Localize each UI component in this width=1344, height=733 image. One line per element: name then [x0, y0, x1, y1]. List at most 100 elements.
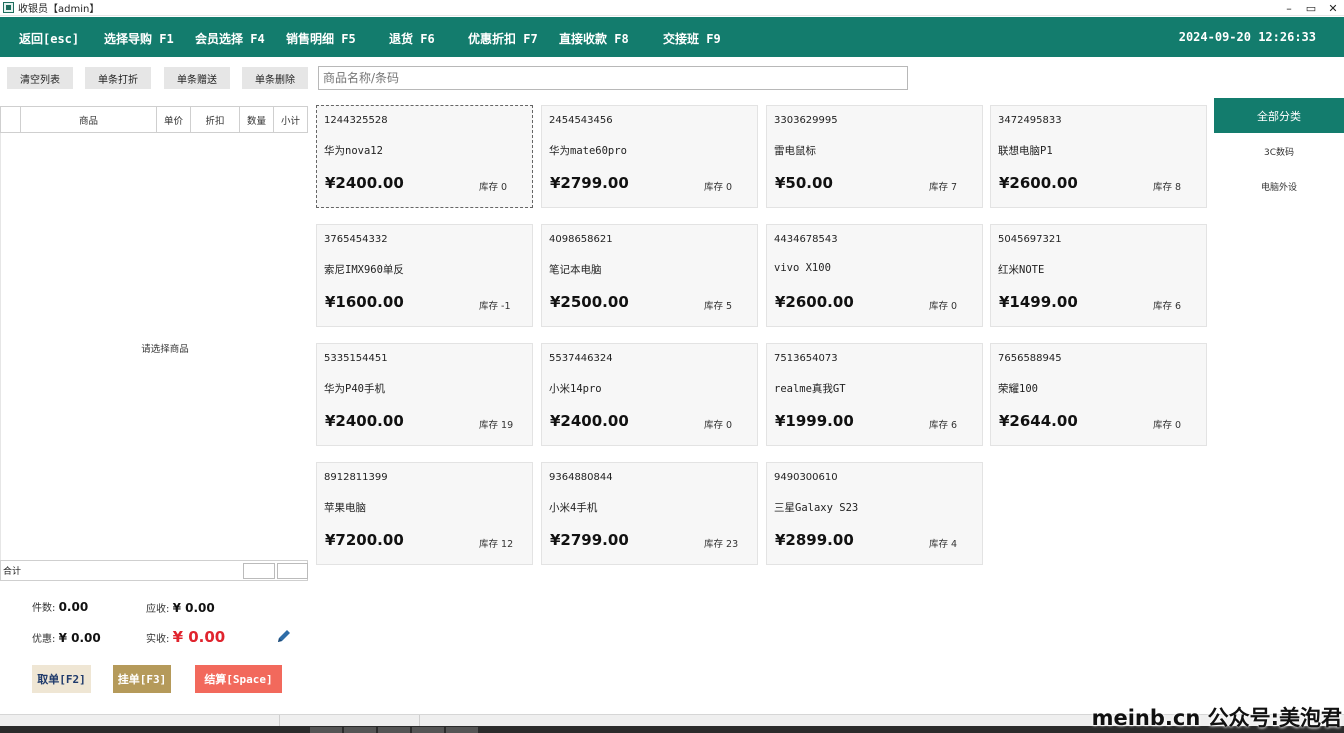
- close-icon[interactable]: ✕: [1322, 0, 1344, 16]
- product-stock: 库存 23: [704, 539, 739, 550]
- product-card[interactable]: 9490300610 三星Galaxy S23 ¥2899.00 库存 4: [766, 462, 983, 565]
- product-code: 3765454332: [324, 234, 388, 245]
- product-price: ¥1999.00: [775, 412, 854, 430]
- product-stock: 库存 0: [704, 420, 733, 431]
- category-all[interactable]: 全部分类: [1214, 98, 1344, 133]
- clear-list-button[interactable]: 清空列表: [7, 67, 73, 89]
- total-quantity-cell: [243, 563, 275, 579]
- product-price: ¥2500.00: [550, 293, 629, 311]
- product-card[interactable]: 3303629995 雷电鼠标 ¥50.00 库存 7: [766, 105, 983, 208]
- product-stock: 库存 0: [1153, 420, 1182, 431]
- top-nav-bar: 返回[esc] 选择导购 F1 会员选择 F4 销售明细 F5 退货 F6 优惠…: [0, 17, 1344, 57]
- product-card[interactable]: 7656588945 荣耀100 ¥2644.00 库存 0: [990, 343, 1207, 446]
- product-code: 5045697321: [998, 234, 1062, 245]
- product-stock: 库存 5: [704, 301, 733, 312]
- product-stock: 库存 6: [929, 420, 958, 431]
- product-stock: 库存 8: [1153, 182, 1182, 193]
- category-3c-digital[interactable]: 3C数码: [1214, 145, 1344, 158]
- product-name: 华为nova12: [324, 145, 383, 157]
- discount-value: ¥ 0.00: [58, 631, 101, 645]
- taskbar-item[interactable]: [378, 727, 410, 733]
- taskbar-item[interactable]: [412, 727, 444, 733]
- taskbar-item[interactable]: [310, 727, 342, 733]
- watermark-text: meinb.cn 公众号:美泡君: [1091, 706, 1342, 730]
- product-card[interactable]: 2454543456 华为mate60pro ¥2799.00 库存 0: [541, 105, 758, 208]
- product-name: vivo X100: [774, 262, 831, 274]
- product-price: ¥1499.00: [999, 293, 1078, 311]
- product-stock: 库存 12: [479, 539, 514, 550]
- product-name: 苹果电脑: [324, 502, 366, 514]
- minimize-icon[interactable]: –: [1278, 0, 1300, 16]
- product-name: 索尼IMX960单反: [324, 264, 404, 276]
- product-card[interactable]: 9364880844 小米4手机 ¥2799.00 库存 23: [541, 462, 758, 565]
- product-code: 9490300610: [774, 472, 838, 483]
- product-card[interactable]: 7513654073 realme真我GT ¥1999.00 库存 6: [766, 343, 983, 446]
- product-name: 小米4手机: [549, 502, 598, 514]
- item-count-label: 件数:: [32, 603, 56, 614]
- category-pc-peripherals[interactable]: 电脑外设: [1214, 180, 1344, 193]
- cart-col-product: 商品: [21, 107, 157, 132]
- checkout-button[interactable]: 结算[Space]: [195, 665, 282, 693]
- nav-member-select[interactable]: 会员选择 F4: [195, 30, 265, 47]
- cart-col-subtotal: 小计: [280, 115, 300, 127]
- product-price: ¥50.00: [775, 174, 833, 192]
- cart-col-quantity: 数量: [240, 107, 274, 132]
- product-price: ¥2799.00: [550, 174, 629, 192]
- product-code: 4434678543: [774, 234, 838, 245]
- product-card[interactable]: 3472495833 联想电脑P1 ¥2600.00 库存 8: [990, 105, 1207, 208]
- edit-pencil-icon[interactable]: [276, 628, 292, 644]
- taskbar-item[interactable]: [344, 727, 376, 733]
- nav-sales-detail[interactable]: 销售明细 F5: [286, 30, 356, 47]
- product-card[interactable]: 3765454332 索尼IMX960单反 ¥1600.00 库存 -1: [316, 224, 533, 327]
- product-price: ¥2400.00: [550, 412, 629, 430]
- product-card[interactable]: 4098658621 笔记本电脑 ¥2500.00 库存 5: [541, 224, 758, 327]
- product-stock: 库存 4: [929, 539, 958, 550]
- total-subtotal-cell: [277, 563, 308, 579]
- product-stock: 库存 0: [704, 182, 733, 193]
- product-card[interactable]: 5335154451 华为P40手机 ¥2400.00 库存 19: [316, 343, 533, 446]
- product-price: ¥1600.00: [325, 293, 404, 311]
- product-name: 华为P40手机: [324, 383, 385, 395]
- nav-shift-handover[interactable]: 交接班 F9: [663, 30, 721, 47]
- nav-direct-payment[interactable]: 直接收款 F8: [559, 30, 629, 47]
- product-card[interactable]: 5045697321 红米NOTE ¥1499.00 库存 6: [990, 224, 1207, 327]
- taskbar-item[interactable]: [446, 727, 478, 733]
- window-titlebar: 收银员【admin】 – ▭ ✕: [0, 0, 1344, 16]
- product-stock: 库存 7: [929, 182, 958, 193]
- single-delete-button[interactable]: 单条删除: [242, 67, 308, 89]
- product-code: 7513654073: [774, 353, 838, 364]
- product-stock: 库存 0: [929, 301, 958, 312]
- product-name: 华为mate60pro: [549, 145, 627, 157]
- product-price: ¥2600.00: [999, 174, 1078, 192]
- single-gift-button[interactable]: 单条赠送: [164, 67, 230, 89]
- nav-select-guide[interactable]: 选择导购 F1: [104, 30, 174, 47]
- product-code: 4098658621: [549, 234, 613, 245]
- product-code: 2454543456: [549, 115, 613, 126]
- cart-col-select: [1, 107, 21, 132]
- product-price: ¥2400.00: [325, 174, 404, 192]
- product-name: 联想电脑P1: [998, 145, 1053, 157]
- nav-back[interactable]: 返回[esc]: [19, 30, 79, 47]
- product-card[interactable]: 1244325528 华为nova12 ¥2400.00 库存 0: [316, 105, 533, 208]
- product-name: realme真我GT: [774, 383, 846, 395]
- total-label: 合计: [3, 567, 22, 577]
- restore-icon[interactable]: ▭: [1300, 0, 1322, 16]
- search-input[interactable]: [318, 66, 908, 90]
- nav-discount[interactable]: 优惠折扣 F7: [468, 30, 538, 47]
- product-price: ¥2899.00: [775, 531, 854, 549]
- product-stock: 库存 19: [479, 420, 514, 431]
- cart-table-header: 商品 单价 折扣 数量 小计: [0, 106, 308, 133]
- retrieve-order-button[interactable]: 取单[F2]: [32, 665, 91, 693]
- hold-order-button[interactable]: 挂单[F3]: [113, 665, 171, 693]
- product-card[interactable]: 5537446324 小米14pro ¥2400.00 库存 0: [541, 343, 758, 446]
- product-name: 红米NOTE: [998, 264, 1045, 276]
- product-code: 5537446324: [549, 353, 613, 364]
- discount-amount: 优惠: ¥ 0.00: [32, 630, 101, 645]
- product-price: ¥7200.00: [325, 531, 404, 549]
- nav-return[interactable]: 退货 F6: [389, 30, 435, 47]
- single-discount-button[interactable]: 单条打折: [85, 67, 151, 89]
- product-stock: 库存 6: [1153, 301, 1182, 312]
- product-card[interactable]: 8912811399 苹果电脑 ¥7200.00 库存 12: [316, 462, 533, 565]
- item-count-value: 0.00: [58, 600, 89, 614]
- product-card[interactable]: 4434678543 vivo X100 ¥2600.00 库存 0: [766, 224, 983, 327]
